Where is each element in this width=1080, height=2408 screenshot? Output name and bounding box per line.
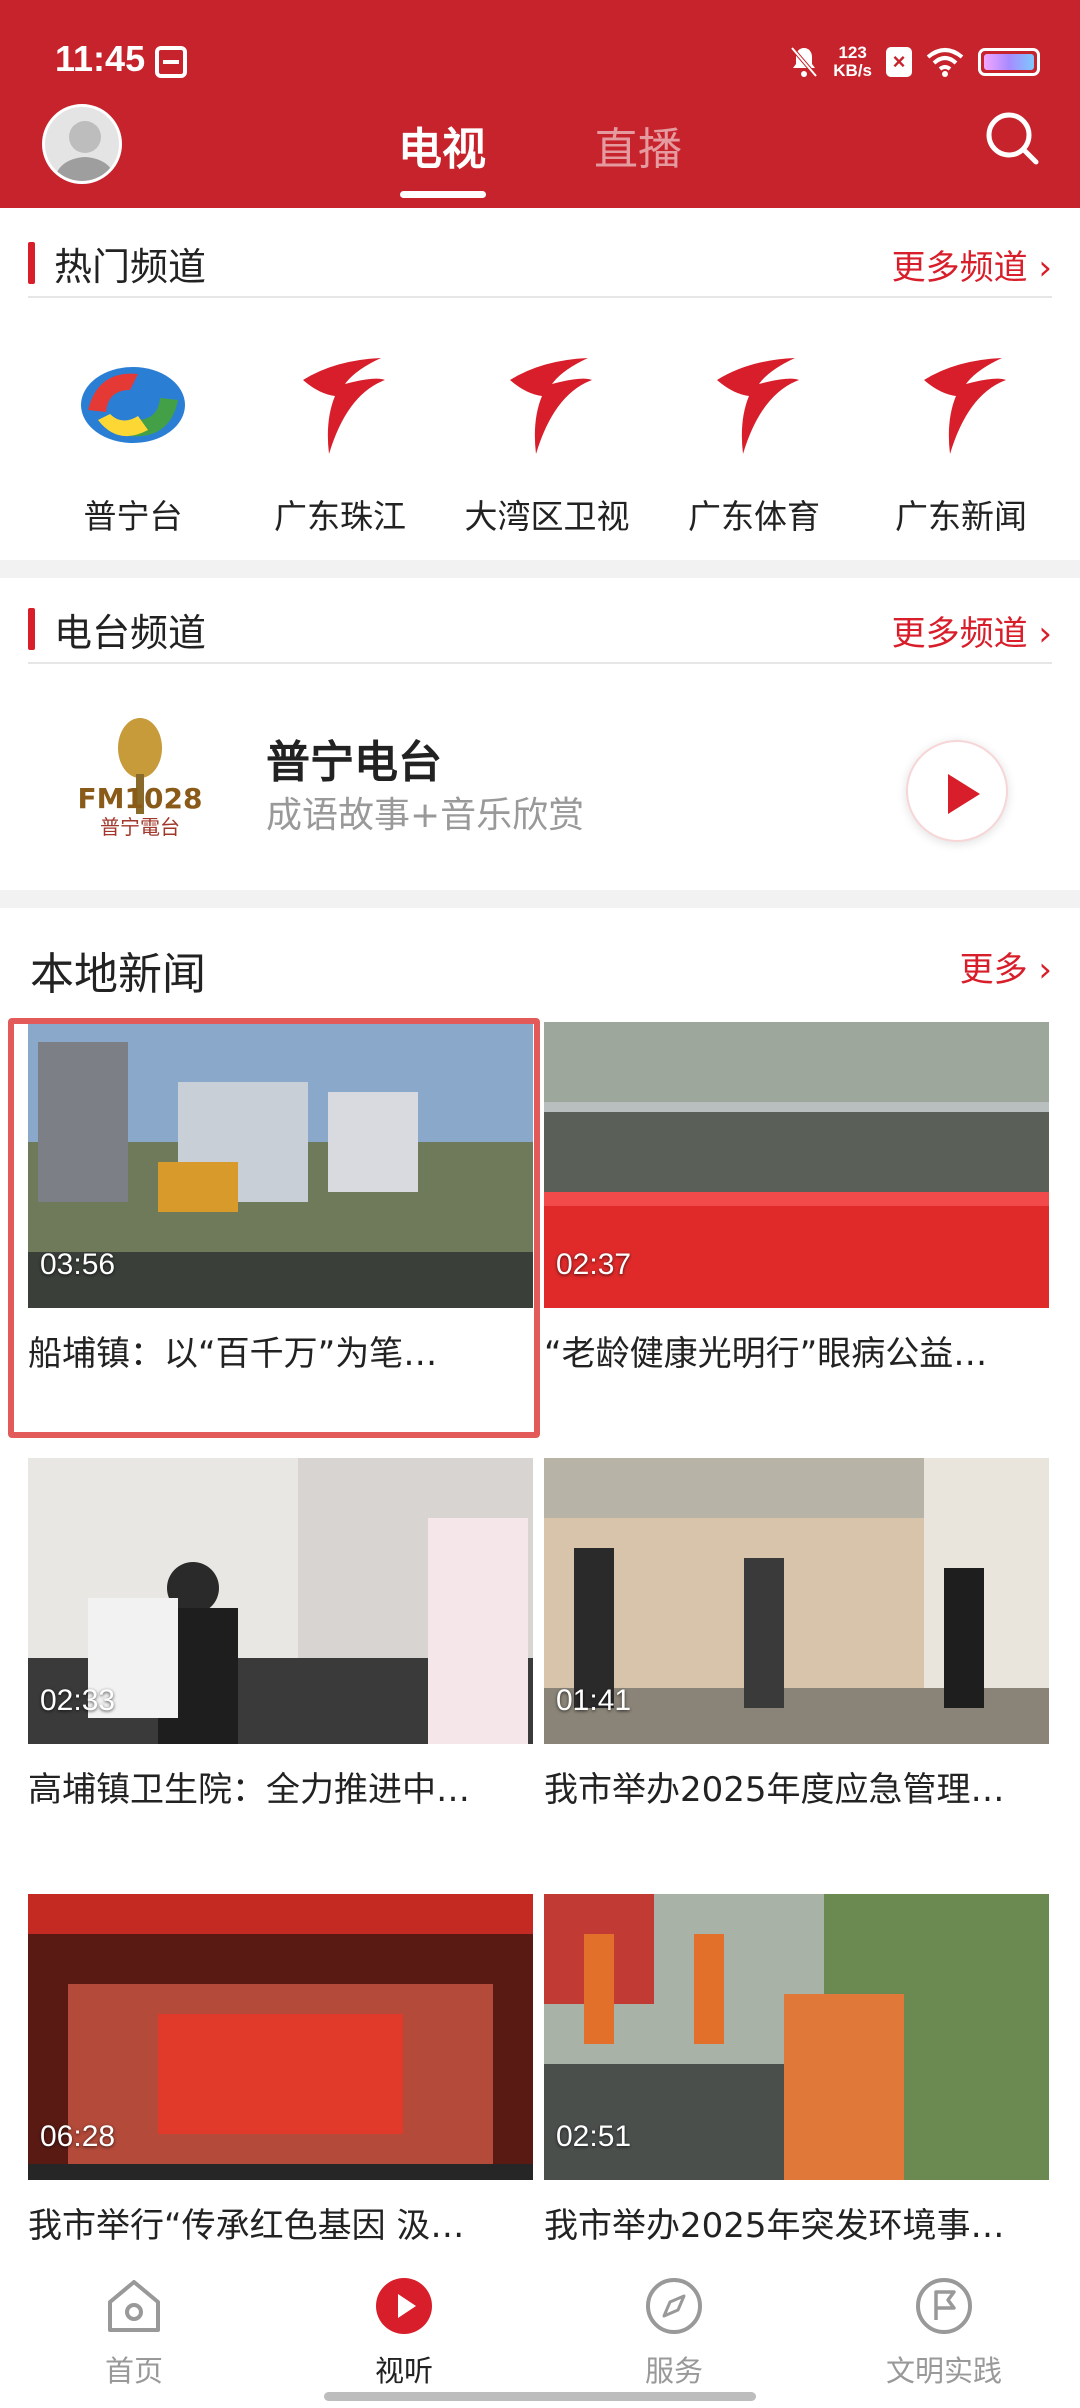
bell-muted-icon (790, 46, 818, 78)
news-card[interactable]: 02:33 高埔镇卫生院：全力推进中… (28, 1458, 533, 1838)
radio-station-desc: 成语故事+音乐欣赏 (266, 795, 585, 836)
section-divider (0, 560, 1080, 578)
nav-civilization[interactable]: 文明实践 (844, 2240, 1044, 2400)
channel-name: 大湾区卫视 (464, 497, 630, 536)
selected-card-highlight (8, 1018, 540, 1438)
more-radio-link[interactable]: 更多频道 › (892, 606, 1052, 655)
tab-tv[interactable]: 电视 (398, 113, 486, 177)
puning-tv-logo-icon (81, 367, 185, 443)
network-speed: 123 KB/s (833, 44, 872, 80)
compass-icon (646, 2278, 702, 2334)
radio-station-card[interactable]: FM1028 普宁電台 普宁电台 成语故事+音乐欣赏 (0, 680, 1080, 890)
nav-label: 服务 (644, 2354, 703, 2388)
guangdong-tv-logo-icon (510, 358, 592, 454)
local-news-title: 本地新闻 (30, 949, 206, 1000)
section-bar (28, 242, 35, 284)
news-card[interactable]: 01:41 我市举办2025年度应急管理… (544, 1458, 1049, 1838)
local-news-more-link[interactable]: 更多 › (960, 942, 1052, 991)
guangdong-tv-logo-icon (717, 358, 799, 454)
bottom-navigation: 首页 视听 服务 文明实践 (0, 2240, 1080, 2408)
radio-channels-title: 电台频道 (54, 611, 207, 655)
status-bar: 11:45 123 KB/s × (0, 0, 1080, 120)
battery-icon (978, 48, 1040, 76)
channel-name: 普宁台 (83, 497, 183, 536)
home-indicator[interactable] (324, 2392, 756, 2401)
guangdong-tv-logo-icon (303, 358, 385, 454)
nav-service[interactable]: 服务 (574, 2240, 774, 2400)
channel-item[interactable]: 广东新闻 (856, 340, 1056, 550)
hot-channels-title: 热门频道 (54, 245, 207, 289)
channel-item[interactable]: 广东体育 (649, 340, 849, 550)
radio-channels-header: 电台频道 更多频道 › (28, 598, 1052, 664)
notification-x-icon: × (886, 47, 912, 77)
channel-name: 广东新闻 (895, 497, 1027, 536)
radio-fm-logo-icon: FM1028 普宁電台 (78, 718, 203, 839)
flag-circle-icon (916, 2278, 972, 2334)
top-header: 11:45 123 KB/s × 电视 直播 (0, 0, 1080, 208)
news-caption: 我市举办2025年度应急管理… (544, 1770, 1005, 1810)
radio-play-button[interactable] (906, 740, 1008, 842)
news-card[interactable]: 06:28 我市举行“传承红色基因 汲… (28, 1894, 533, 2246)
channel-item[interactable]: 广东珠江 (235, 340, 435, 550)
tab-live[interactable]: 直播 (594, 113, 682, 177)
top-tabs: 电视 直播 (0, 105, 1080, 205)
section-divider (0, 890, 1080, 908)
channel-name: 广东体育 (688, 497, 820, 536)
channel-name: 广东珠江 (274, 497, 406, 536)
play-circle-icon (376, 2278, 432, 2334)
status-icons: 123 KB/s × (789, 38, 1040, 86)
wifi-icon (926, 48, 964, 77)
search-icon[interactable] (984, 110, 1040, 166)
calendar-icon (155, 46, 187, 78)
nav-label: 首页 (104, 2354, 163, 2388)
nav-av[interactable]: 视听 (304, 2240, 504, 2400)
nav-label: 文明实践 (885, 2354, 1002, 2388)
active-tab-indicator (400, 191, 486, 198)
nav-home[interactable]: 首页 (34, 2240, 234, 2400)
speed-unit: KB/s (833, 61, 872, 80)
channel-item[interactable]: 大湾区卫视 (442, 340, 642, 550)
radio-station-name: 普宁电台 (266, 737, 442, 788)
section-bar (28, 608, 35, 650)
radio-logo-text: FM1028 (78, 782, 203, 815)
speed-value: 123 (838, 43, 867, 62)
app-screen: 11:45 123 KB/s × 电视 直播 热门频道 更多频道 › 普宁台 广… (0, 0, 1080, 2408)
news-caption: “老龄健康光明行”眼病公益… (544, 1334, 988, 1374)
news-caption: 高埔镇卫生院：全力推进中… (28, 1770, 470, 1810)
news-card[interactable]: 02:37 “老龄健康光明行”眼病公益… (544, 1022, 1049, 1402)
hot-channels-header: 热门频道 更多频道 › (28, 232, 1052, 298)
news-card[interactable]: 02:51 我市举办2025年突发环境事… (544, 1894, 1049, 2246)
status-time: 11:45 (55, 38, 146, 79)
hot-channels-list: 普宁台 广东珠江 大湾区卫视 广东体育 广东新闻 (28, 340, 1052, 550)
guangdong-tv-logo-icon (924, 358, 1006, 454)
home-icon (108, 2280, 160, 2332)
radio-logo-subtext: 普宁電台 (100, 815, 180, 839)
more-channels-link[interactable]: 更多频道 › (892, 240, 1052, 289)
channel-item[interactable]: 普宁台 (28, 340, 228, 550)
nav-label: 视听 (374, 2354, 433, 2388)
